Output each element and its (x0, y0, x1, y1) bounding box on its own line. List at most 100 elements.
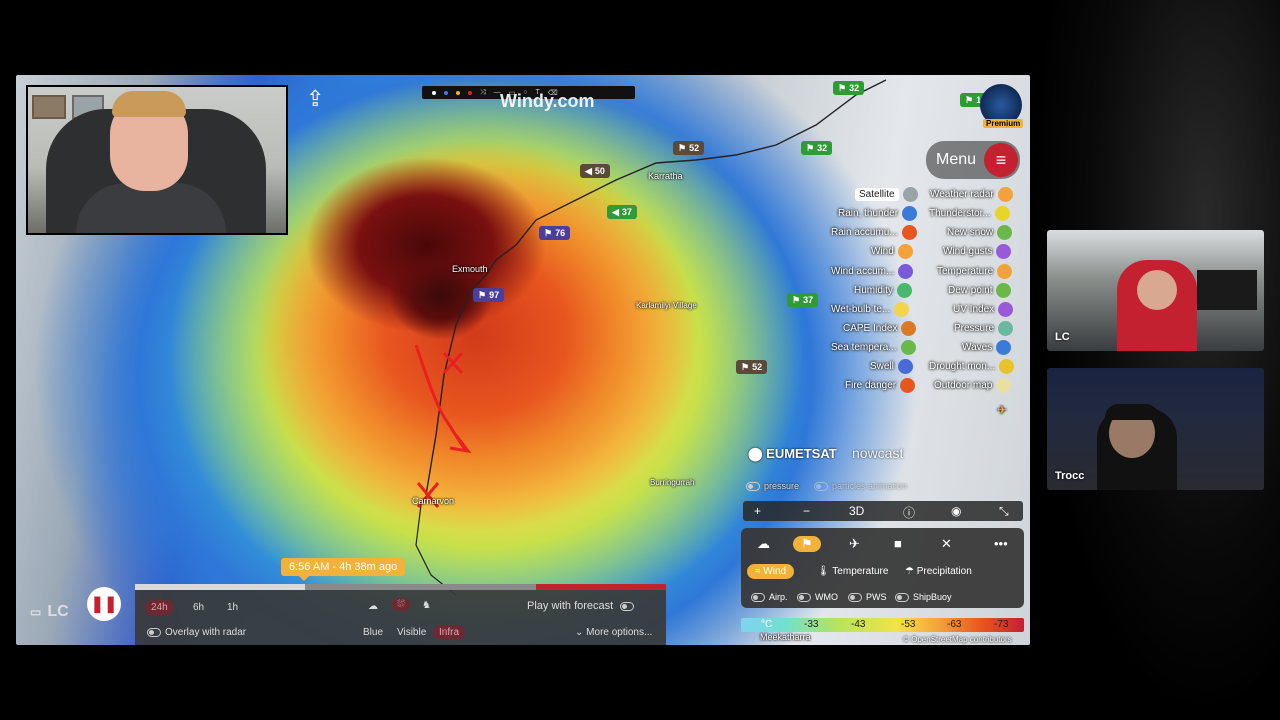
particles-toggle[interactable]: particles animation (814, 481, 907, 492)
layer-satellite[interactable]: Satellite (855, 187, 918, 202)
flag-icon[interactable]: ⚑ (793, 536, 821, 552)
layer-pressure[interactable]: Pressure (954, 321, 1014, 336)
layer-cape[interactable]: CAPE Index (843, 321, 917, 336)
overlay-tab-wind[interactable]: ≈ Wind (747, 564, 795, 579)
satellite-mode-icon[interactable]: ⛆ (392, 598, 410, 611)
layer-wind-accum[interactable]: Wind accum... (831, 264, 914, 279)
layer-sea-temp[interactable]: Sea tempera... (831, 340, 916, 355)
radar-icon (997, 187, 1013, 202)
thunder-icon (994, 206, 1010, 221)
layer-new-snow[interactable]: New snow (947, 225, 1013, 240)
deer-icon[interactable]: ♞ (422, 600, 431, 611)
layer-fire-danger[interactable]: Fire danger (845, 378, 916, 393)
layer-wind-gusts[interactable]: Wind gusts (943, 244, 1012, 259)
legend-value: -33 (804, 619, 819, 630)
toggle-icon (814, 482, 828, 492)
osm-credit: © OpenStreetMap contributors (903, 635, 1012, 644)
lc-watermark: ▭ LC (30, 603, 69, 620)
more-options-button[interactable]: ⌄ More options... (575, 627, 652, 638)
play-forecast-toggle[interactable]: Play with forecast (527, 600, 638, 612)
place-carnarvon: Carnarvon (412, 496, 455, 506)
humidity-icon (896, 283, 912, 298)
place-burringurrah: Burringurrah (650, 478, 695, 487)
rain-icon (902, 206, 918, 221)
participant-name: LC (1055, 331, 1070, 343)
road-marker: ◀ 37 (607, 205, 637, 219)
wind-accum-icon (898, 264, 914, 279)
overlay-tab-precipitation[interactable]: ☂ Precipitation (905, 566, 972, 577)
red-pen-icon[interactable] (468, 90, 472, 95)
zoom-in-button[interactable]: + (754, 504, 761, 518)
share-icon[interactable]: ⇪ (306, 86, 324, 112)
premium-badge: Premium (983, 119, 1024, 128)
layer-rain-thunder[interactable]: Rain, thunder (838, 206, 918, 221)
participant-name: Trocc (1055, 470, 1085, 482)
weather-icon[interactable]: ☁ (757, 536, 770, 552)
road-marker: ⚑ 32 (833, 81, 865, 95)
pause-button[interactable]: ❚❚ (87, 587, 121, 621)
presenter-hair (112, 91, 186, 117)
monitor-icon: ▭ (30, 605, 42, 619)
cloud-icon[interactable]: ☁ (368, 601, 378, 612)
pws-toggle[interactable]: PWS (848, 592, 887, 603)
mode-blue[interactable]: Blue (363, 627, 383, 638)
airp-toggle[interactable]: Airp. (751, 592, 788, 603)
fullscreen-icon[interactable]: ⤡ (999, 504, 1009, 519)
plane-icon[interactable]: ✈ (849, 536, 860, 552)
map-controls: + − 3D ⓘ ◉ ⤡ (743, 501, 1023, 521)
layer-outdoor-map[interactable]: Outdoor map (934, 378, 1012, 393)
layer-dew-point[interactable]: Dew point (948, 283, 1012, 298)
legend-value: -73 (994, 619, 1009, 630)
layer-rain-accum[interactable]: Rain accumu... (831, 225, 917, 240)
blue-pen-icon[interactable] (444, 90, 448, 95)
location-icon[interactable]: ◉ (951, 504, 961, 518)
layer-thunderstorms[interactable]: Thunderstor... (929, 206, 1010, 221)
layer-waves[interactable]: Waves (962, 340, 1012, 355)
nowcast-logo: nowcast (852, 445, 904, 461)
road-marker: ⚑ 37 (787, 293, 819, 307)
fire-icon (900, 378, 916, 393)
overlay-tab-temperature[interactable]: 🌡 Temperature (817, 566, 888, 577)
layer-wind[interactable]: Wind (871, 244, 913, 259)
temperature-icon (997, 264, 1013, 279)
layer-swell[interactable]: Swell (870, 359, 913, 374)
legend-value: -53 (901, 619, 916, 630)
layer-humidity[interactable]: Humidity (854, 283, 912, 298)
pressure-toggle[interactable]: pressure (746, 481, 799, 492)
mode-visible[interactable]: Visible (397, 627, 426, 638)
shipbuoy-toggle[interactable]: ShipBuoy (895, 592, 952, 603)
menu-button[interactable]: Menu ≡ (926, 141, 1021, 179)
range-24h[interactable]: 24h (145, 600, 174, 615)
wmo-toggle[interactable]: WMO (797, 592, 838, 603)
yellow-pen-icon[interactable] (456, 90, 460, 95)
swell-icon (897, 359, 913, 374)
windy-logo: Windy.com (500, 91, 595, 111)
time-bubble: 6:56 AM - 4h 38m ago (281, 558, 406, 581)
more-icon[interactable]: ••• (994, 536, 1008, 551)
layer-weather-radar[interactable]: Weather radar (930, 187, 1013, 202)
layer-wet-bulb[interactable]: Wet-bulb te... (831, 302, 910, 317)
airplane-icon[interactable]: ✈ (997, 403, 1007, 417)
background (1030, 0, 1280, 720)
mode-infra[interactable]: Infra (433, 625, 466, 640)
road-marker: ⚑ 32 (801, 141, 833, 155)
range-1h[interactable]: 1h (227, 602, 238, 613)
camera-icon[interactable]: ■ (894, 536, 902, 551)
zoom-out-button[interactable]: − (803, 504, 810, 518)
info-icon[interactable]: ⓘ (903, 504, 915, 521)
range-6h[interactable]: 6h (193, 602, 204, 613)
overlay-radar-toggle[interactable]: Overlay with radar (147, 627, 246, 638)
road-marker: ⚑ 52 (673, 141, 705, 155)
place-karlamilyi: Karlamilyi Village (636, 301, 697, 310)
menu-label: Menu (936, 151, 977, 168)
white-pen-icon[interactable] (432, 90, 436, 95)
shuffle-icon[interactable]: ⤨ (480, 89, 486, 97)
layer-uv-index[interactable]: UV Index (953, 302, 1014, 317)
layer-drought[interactable]: Drought mon... (929, 359, 1015, 374)
close-icon[interactable]: ✕ (941, 536, 952, 552)
hamburger-icon: ≡ (984, 143, 1019, 177)
3d-button[interactable]: 3D (849, 504, 864, 518)
layer-temperature[interactable]: Temperature (937, 264, 1013, 279)
legend-value: -43 (851, 619, 866, 630)
toggle-icon (746, 482, 760, 492)
